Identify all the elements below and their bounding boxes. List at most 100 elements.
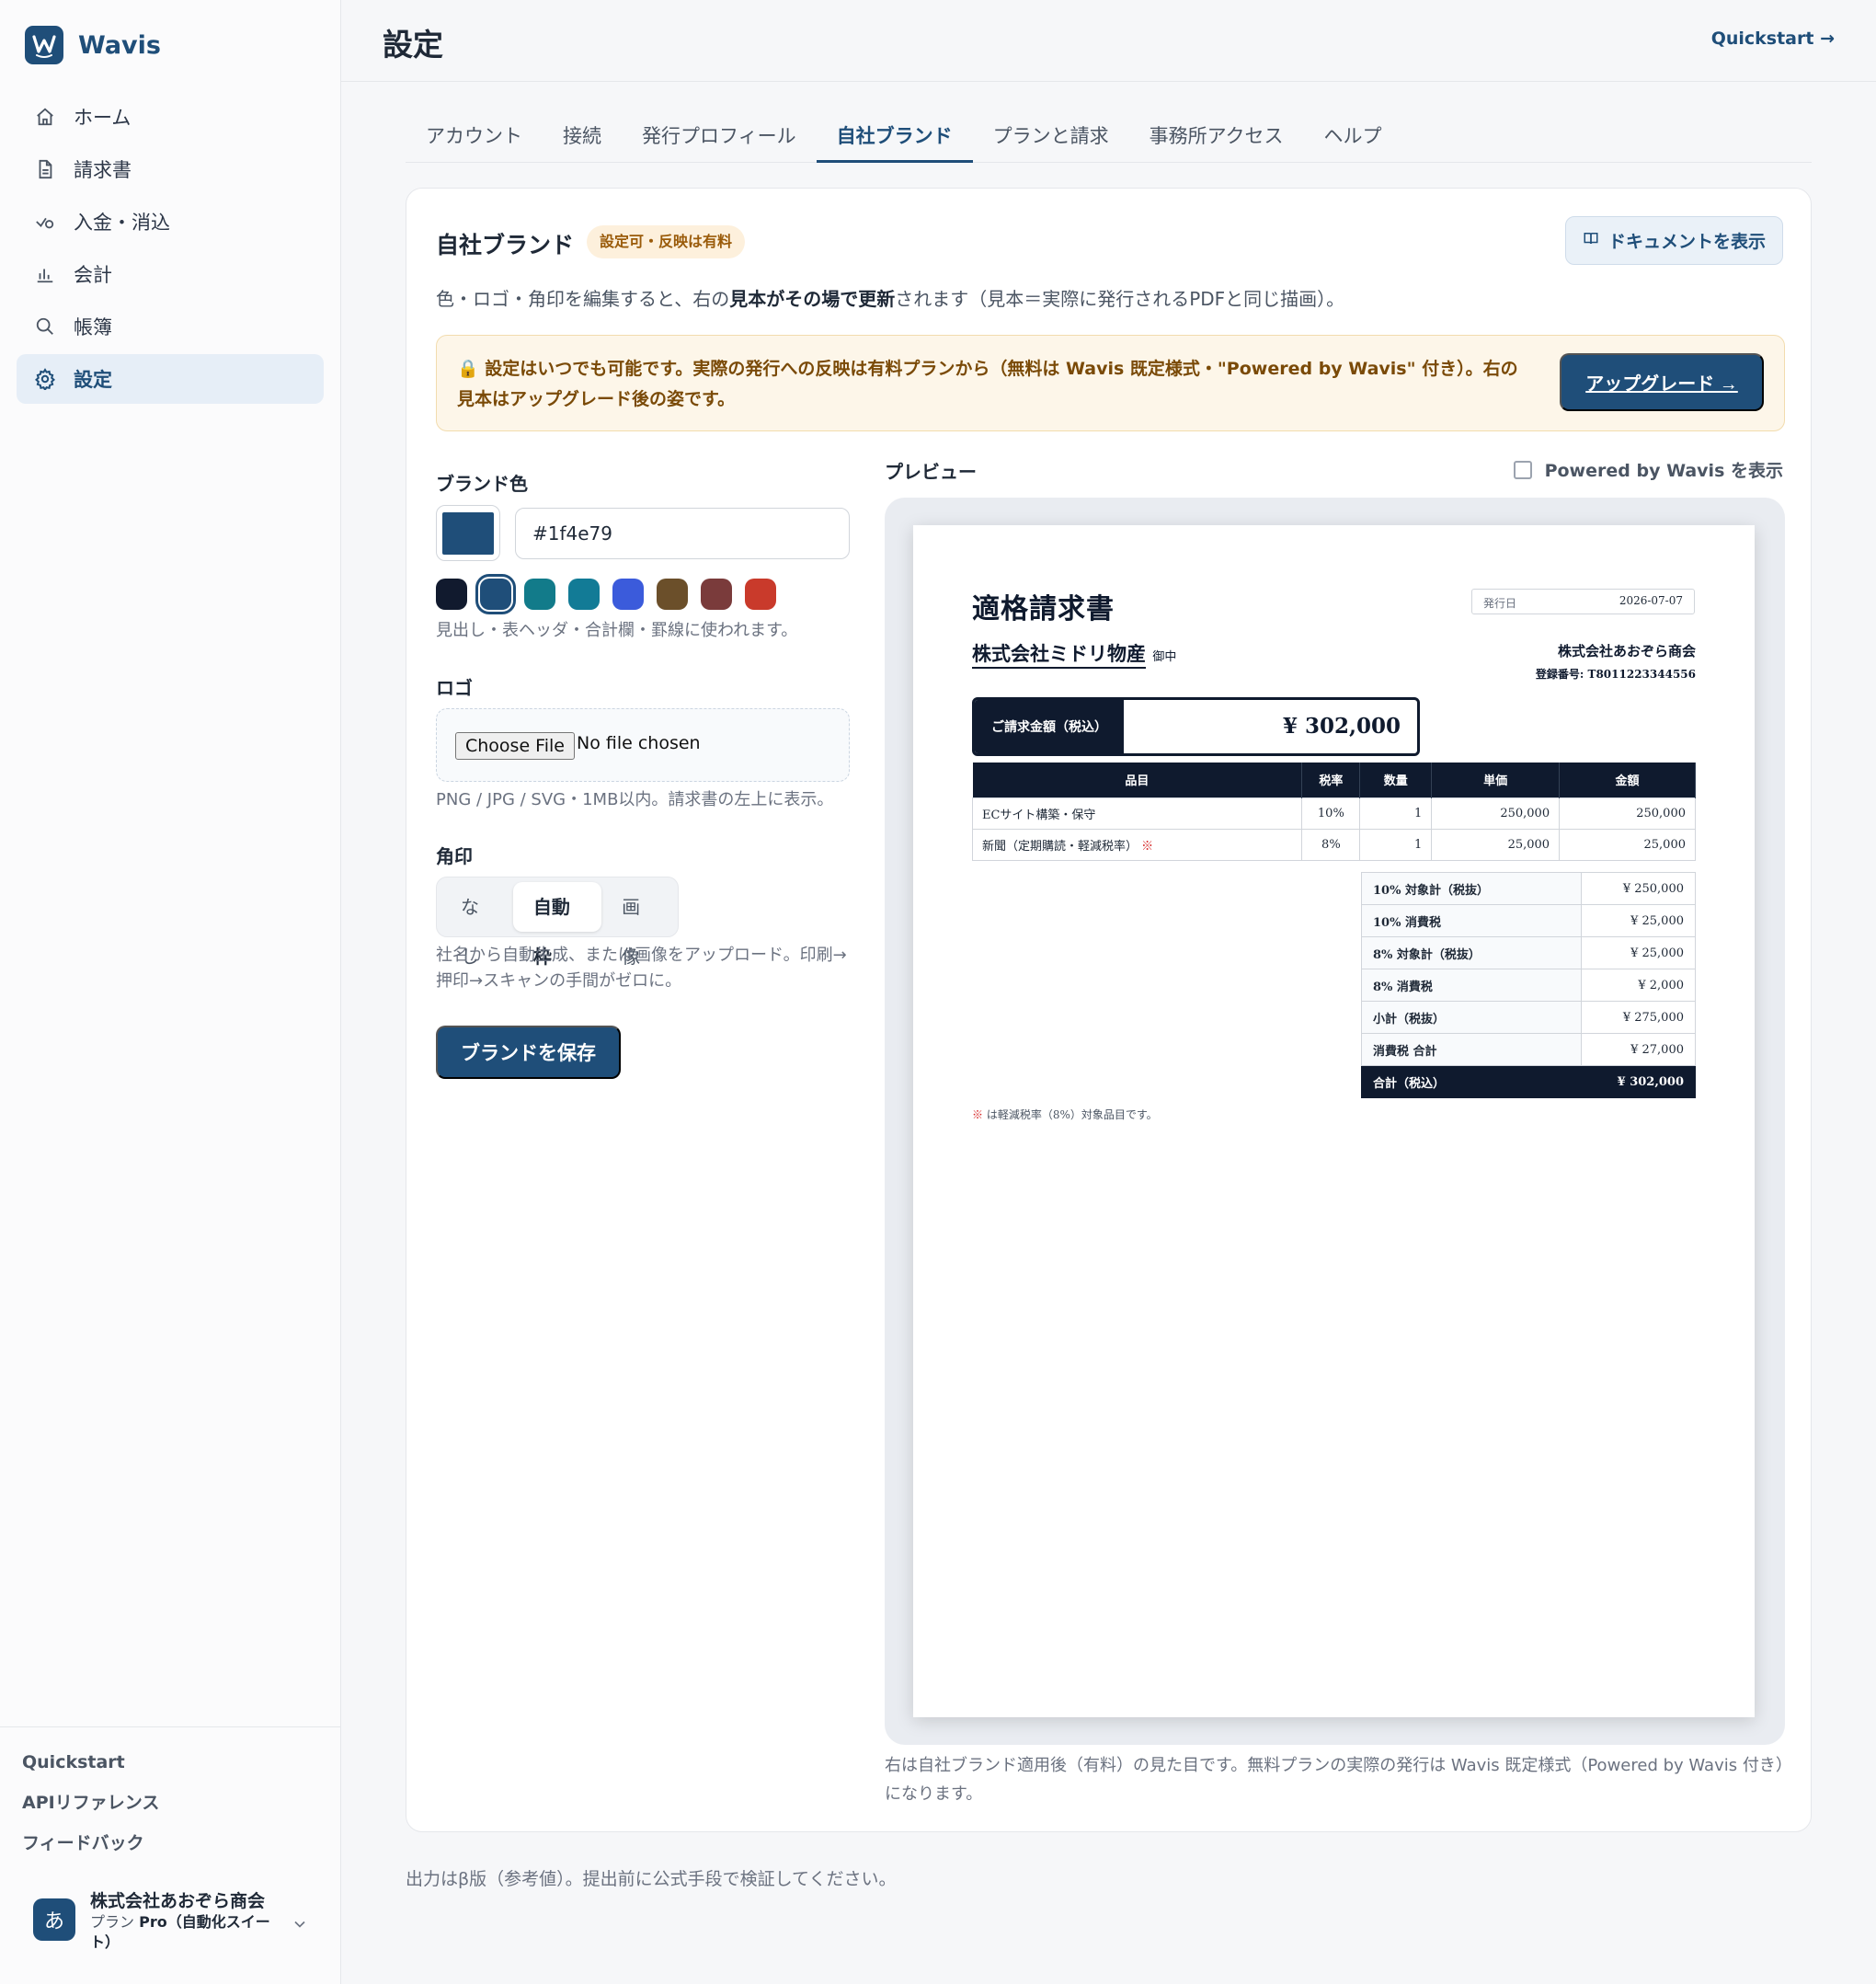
bar-chart-icon [33, 262, 57, 286]
powered-by-label: Powered by Wavis を表示 [1544, 461, 1783, 481]
invoice-items-table: 品目 税率 数量 単価 金額 ECサイト構築・保守 10% 1 250,000 … [971, 763, 1696, 861]
color-swatch[interactable] [745, 579, 776, 610]
seal-option-auto[interactable]: 自動枠 [512, 882, 602, 968]
tab-help[interactable]: ヘルプ [1304, 114, 1402, 163]
sidebar-link-feedback[interactable]: フィードバック [22, 1829, 159, 1869]
tab-company-brand[interactable]: 自社ブランド [816, 114, 973, 163]
item-qty: 1 [1359, 797, 1433, 830]
sidebar: Wavis ホーム 請求書 入金・消込 会計 帳簿 設定 Quickstart [0, 0, 341, 1984]
seal-option-none[interactable]: なし [440, 882, 513, 968]
seal-segmented-control: なし 自動枠 画像 [436, 877, 679, 968]
color-swatch[interactable] [657, 579, 688, 610]
desc-part: 色・ロゴ・角印を編集すると、右の [436, 288, 730, 310]
color-swatch[interactable] [568, 579, 600, 610]
sidebar-item-payments[interactable]: 入金・消込 [17, 197, 324, 247]
invoice-date-value: 2026-07-07 [1619, 594, 1683, 607]
desc-part: されます（見本＝実際に発行されるPDFと同じ描画）。 [895, 288, 1345, 310]
sidebar-item-label: 会計 [74, 264, 112, 286]
powered-by-checkbox[interactable] [1513, 460, 1532, 479]
tab-plan-billing[interactable]: プランと請求 [973, 114, 1129, 163]
tab-account[interactable]: アカウント [406, 114, 543, 163]
amount-label: ご請求金額（税込） [975, 700, 1124, 753]
color-swatch[interactable] [612, 579, 644, 610]
settings-tabs: アカウント 接続 発行プロフィール 自社ブランド プランと請求 事務所アクセス … [406, 114, 1812, 163]
beta-disclaimer: 出力はβ版（参考値）。提出前に公式手段で検証してください。 [406, 1869, 897, 1889]
table-row: ECサイト構築・保守 10% 1 250,000 250,000 [971, 797, 1696, 830]
seal-option-image[interactable]: 画像 [601, 882, 674, 968]
status-badge: 設定可・反映は有料 [587, 225, 746, 258]
totals-row: 消費税 合計 ¥ 27,000 [1361, 1033, 1696, 1066]
preview-frame: 適格請求書 発行日 2026-07-07 株式会社ミドリ物産 御中 株式会社あお… [885, 498, 1785, 1745]
invoice-title: 適格請求書 [972, 593, 1115, 625]
plan-prefix: プラン [90, 1913, 135, 1931]
totals-value: ¥ 302,000 [1581, 1065, 1696, 1098]
sidebar-item-ledger[interactable]: 帳簿 [17, 302, 324, 351]
totals-value: ¥ 275,000 [1581, 1001, 1696, 1034]
sidebar-item-home[interactable]: ホーム [17, 92, 324, 142]
seal-label: 角印 [436, 845, 473, 867]
hex-color-input[interactable]: #1f4e79 [515, 508, 850, 559]
column-header: 単価 [1431, 763, 1561, 797]
column-header: 金額 [1559, 763, 1696, 797]
upgrade-button[interactable]: アップグレード → [1560, 353, 1764, 411]
reduced-rate-mark: ※ [1141, 839, 1154, 854]
sidebar-item-label: ホーム [74, 107, 132, 129]
sidebar-item-accounting[interactable]: 会計 [17, 249, 324, 299]
avatar: あ [33, 1898, 75, 1941]
totals-key: 合計（税込） [1361, 1065, 1582, 1098]
invoice-date-label: 発行日 [1483, 597, 1517, 610]
issuer-name: 株式会社あおぞら商会 [1557, 643, 1696, 659]
totals-row: 8% 対象計（税抜） ¥ 25,000 [1361, 936, 1696, 969]
registration-number: 登録番号: T8011223344556 [1535, 668, 1696, 681]
payment-check-icon [33, 210, 57, 234]
account-plan: プラン Pro（自動化スイート） [90, 1912, 274, 1953]
sidebar-item-settings[interactable]: 設定 [17, 354, 324, 404]
brand-name: Wavis [78, 30, 161, 60]
client-suffix: 御中 [1152, 650, 1177, 664]
tab-office-access[interactable]: 事務所アクセス [1129, 114, 1304, 163]
sidebar-link-quickstart[interactable]: Quickstart [22, 1748, 159, 1788]
save-brand-button[interactable]: ブランドを保存 [436, 1026, 621, 1079]
tab-connections[interactable]: 接続 [543, 114, 622, 163]
item-rate: 10% [1301, 797, 1361, 830]
totals-row: 8% 消費税 ¥ 2,000 [1361, 969, 1696, 1002]
table-header-row: 品目 税率 数量 単価 金額 [972, 763, 1696, 797]
invoice-client: 株式会社ミドリ物産 御中 [972, 639, 1177, 669]
view-docs-button[interactable]: ドキュメントを表示 [1564, 216, 1783, 265]
color-swatches [436, 574, 776, 614]
sidebar-item-invoices[interactable]: 請求書 [17, 144, 324, 194]
item-rate: 8% [1301, 828, 1361, 861]
color-swatch[interactable] [524, 579, 555, 610]
home-icon [33, 105, 57, 129]
totals-value: ¥ 27,000 [1581, 1033, 1696, 1066]
totals-value: ¥ 25,000 [1581, 904, 1696, 937]
logo-label: ロゴ [436, 677, 473, 699]
table-row: 新聞（定期購読・軽減税率） ※ 8% 1 25,000 25,000 [971, 828, 1696, 861]
totals-key: 消費税 合計 [1361, 1033, 1582, 1066]
powered-by-toggle[interactable]: Powered by Wavis を表示 [1513, 457, 1783, 482]
search-icon [33, 315, 57, 338]
footnote-mark: ※ [972, 1108, 984, 1121]
amount-value: ¥ 302,000 [1282, 714, 1401, 739]
account-switcher[interactable]: あ 株式会社あおぞら商会 プラン Pro（自動化スイート） [33, 1887, 309, 1953]
totals-row: 10% 対象計（税抜） ¥ 250,000 [1361, 872, 1696, 905]
item-unit-price: 25,000 [1431, 828, 1561, 861]
tab-issuing-profile[interactable]: 発行プロフィール [622, 114, 817, 163]
brand-color-help: 見出し・表ヘッダ・合計欄・罫線に使われます。 [436, 621, 798, 640]
color-swatch[interactable] [436, 579, 467, 610]
item-text: 新聞（定期購読・軽減税率） [982, 839, 1138, 854]
color-swatch[interactable] [475, 574, 516, 614]
brand[interactable]: Wavis [25, 26, 161, 64]
quickstart-link[interactable]: Quickstart → [1711, 29, 1835, 49]
choose-file-button[interactable]: Choose File [455, 732, 575, 760]
item-text: ECサイト構築・保守 [982, 808, 1096, 822]
item-qty: 1 [1359, 828, 1433, 861]
preview-label: プレビュー [885, 461, 977, 483]
logo-upload-dropzone[interactable]: Choose File No file chosen [436, 708, 850, 782]
sidebar-link-api-reference[interactable]: APIリファレンス [22, 1788, 159, 1829]
color-picker[interactable] [436, 505, 500, 561]
card-description: 色・ロゴ・角印を編集すると、右の見本がその場で更新されます（見本＝実際に発行され… [436, 284, 1344, 311]
sidebar-item-label: 設定 [74, 369, 112, 391]
invoice-sheet: 適格請求書 発行日 2026-07-07 株式会社ミドリ物産 御中 株式会社あお… [913, 525, 1755, 1717]
color-swatch[interactable] [701, 579, 732, 610]
